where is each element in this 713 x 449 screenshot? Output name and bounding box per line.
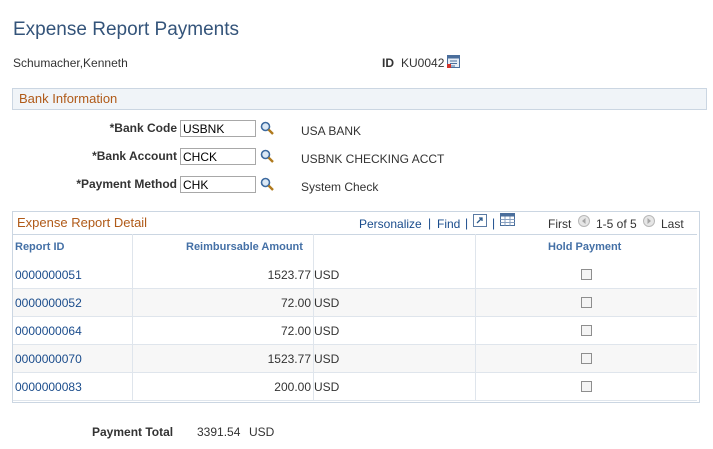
column-header-hold-payment[interactable]: Hold Payment (548, 241, 621, 253)
report-id-link[interactable]: 0000000070 (15, 352, 82, 366)
report-id-link[interactable]: 0000000052 (15, 296, 82, 310)
hold-payment-checkbox[interactable] (581, 297, 592, 308)
hold-payment-checkbox[interactable] (581, 381, 592, 392)
bank-account-description: USBNK CHECKING ACCT (301, 152, 445, 166)
id-value: KU0042 (401, 56, 445, 70)
first-label: First (548, 217, 572, 231)
prev-arrow-icon[interactable] (578, 215, 590, 227)
bank-account-label: *Bank Account (92, 149, 177, 163)
hold-payment-checkbox[interactable] (581, 325, 592, 336)
page-title: Expense Report Payments (13, 19, 240, 40)
toolbar-separator: | (465, 216, 469, 230)
pagination-range: 1-5 of 5 (596, 217, 637, 231)
table-row (13, 373, 697, 401)
bank-account-input[interactable] (180, 148, 256, 165)
payment-method-label: *Payment Method (76, 177, 177, 191)
bank-info-title: Bank Information (19, 91, 118, 106)
next-arrow-icon[interactable] (643, 215, 655, 227)
bank-code-description: USA BANK (301, 124, 362, 138)
find-link[interactable]: Find (437, 217, 460, 231)
payment-total-amount: 3391.54 (197, 425, 241, 439)
hold-payment-checkbox[interactable] (581, 269, 592, 280)
currency-value: USD (314, 380, 340, 394)
lookup-icon[interactable] (260, 177, 274, 191)
amount-value: 72.00 (280, 324, 311, 338)
lookup-icon[interactable] (260, 121, 274, 135)
currency-value: USD (314, 268, 340, 282)
report-id-link[interactable]: 0000000083 (15, 380, 82, 394)
bank-code-label: *Bank Code (109, 121, 177, 135)
id-detail-icon[interactable] (447, 55, 460, 68)
personalize-link[interactable]: Personalize (359, 217, 422, 231)
payment-total-label: Payment Total (92, 425, 174, 439)
column-header-amount[interactable]: Reimbursable Amount (186, 241, 303, 253)
amount-value: 200.00 (274, 380, 311, 394)
amount-value: 1523.77 (267, 352, 311, 366)
expense-detail-title: Expense Report Detail (17, 215, 148, 230)
column-header-report-id[interactable]: Report ID (15, 241, 65, 253)
hold-payment-checkbox[interactable] (581, 353, 592, 364)
table-row (13, 261, 697, 289)
column-divider (475, 234, 476, 400)
table-row (13, 289, 697, 317)
currency-value: USD (314, 324, 340, 338)
toolbar-separator: | (428, 216, 432, 230)
last-label: Last (661, 217, 684, 231)
column-divider (132, 234, 133, 400)
lookup-icon[interactable] (260, 149, 274, 163)
payment-method-description: System Check (301, 180, 379, 194)
download-grid-icon[interactable] (500, 213, 515, 226)
bank-code-input[interactable] (180, 120, 256, 137)
toolbar-separator: | (492, 216, 496, 230)
payment-method-input[interactable] (180, 176, 256, 193)
payment-total-currency: USD (249, 425, 275, 439)
report-id-link[interactable]: 0000000064 (15, 324, 82, 338)
amount-value: 1523.77 (267, 268, 311, 282)
currency-value: USD (314, 352, 340, 366)
zoom-grid-icon[interactable] (473, 214, 487, 227)
table-row (13, 317, 697, 345)
amount-value: 72.00 (280, 296, 311, 310)
table-row (13, 345, 697, 373)
column-divider (313, 234, 314, 400)
currency-value: USD (314, 296, 340, 310)
employee-name: Schumacher,Kenneth (13, 56, 128, 70)
id-label: ID (382, 56, 394, 70)
report-id-link[interactable]: 0000000051 (15, 268, 82, 282)
